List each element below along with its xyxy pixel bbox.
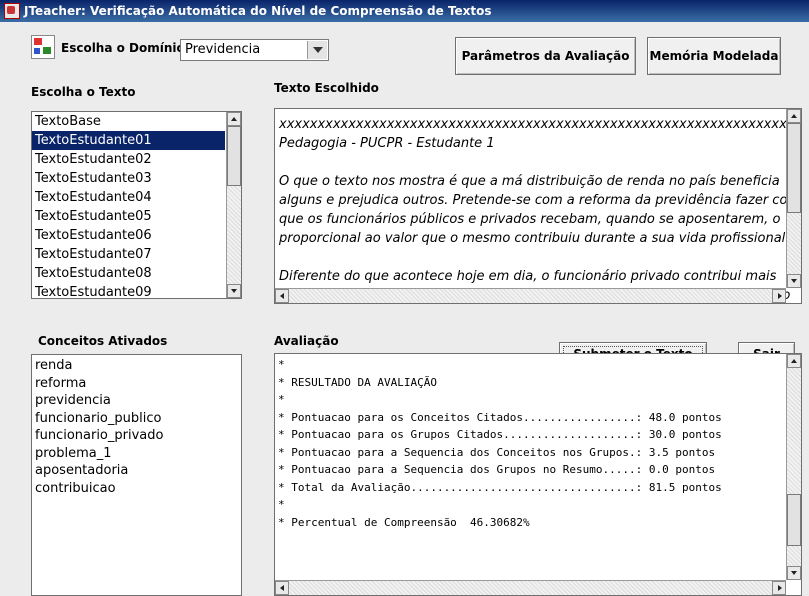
- text-list-scrollbar[interactable]: [226, 112, 241, 298]
- evaluation-output[interactable]: * * RESULTADO DA AVALIAÇÃO * * Pontuacao pa…: [274, 353, 802, 596]
- text-list-item[interactable]: TextoEstudante09: [32, 283, 225, 298]
- chosen-text-line: Pedagogia - PUCPR - Estudante 1: [279, 136, 495, 151]
- text-list-item[interactable]: TextoEstudante07: [32, 245, 225, 264]
- chosen-text-hscroll[interactable]: [275, 288, 786, 303]
- text-list-item[interactable]: TextoEstudante06: [32, 226, 225, 245]
- chosen-text-area[interactable]: xxxxxxxxxxxxxxxxxxxxxxxxxxxxxxxxxxxxxxxx…: [274, 108, 802, 304]
- text-list-item[interactable]: TextoEstudante08: [32, 264, 225, 283]
- scroll-down-icon[interactable]: [787, 274, 801, 288]
- evaluation-line: * Total da Avaliação....................…: [278, 480, 722, 494]
- text-list-item[interactable]: TextoBase: [32, 112, 225, 131]
- scroll-up-icon[interactable]: [227, 112, 241, 126]
- evaluation-label: Avaliação: [274, 334, 339, 348]
- evaluation-line: *: [278, 393, 285, 406]
- evaluation-vscroll[interactable]: [786, 354, 801, 580]
- chosen-text-line: O que o texto nos mostra é que a má dist…: [279, 174, 780, 189]
- text-list-item[interactable]: TextoEstudante03: [32, 169, 225, 188]
- text-list-item[interactable]: TextoEstudante01: [32, 131, 225, 150]
- concept-item[interactable]: previdencia: [32, 392, 241, 410]
- concept-item[interactable]: funcionario_publico: [32, 410, 241, 428]
- scroll-up-icon[interactable]: [787, 109, 801, 123]
- text-list-item[interactable]: TextoEstudante04: [32, 188, 225, 207]
- chosen-text-line: alguns e prejudica outros. Pretende-se c…: [279, 193, 801, 208]
- evaluation-line: * Pontuacao para os Conceitos Citados...…: [278, 410, 722, 424]
- chosen-text-line: Diferente do que acontece hoje em dia, o…: [279, 269, 777, 284]
- concepts-label: Conceitos Ativados: [38, 334, 168, 348]
- window-title: JTeacher: Verificação Automática do Níve…: [24, 4, 492, 18]
- concept-item[interactable]: contribuicao: [32, 480, 241, 498]
- text-list-label: Escolha o Texto: [31, 85, 136, 99]
- main-window: Escolha o Domínio: Previdencia Parâmetro…: [0, 22, 809, 596]
- chosen-text-label: Texto Escolhido: [274, 81, 379, 95]
- text-list-item[interactable]: TextoEstudante02: [32, 150, 225, 169]
- evaluation-parameters-button[interactable]: Parâmetros da Avaliação: [455, 37, 636, 75]
- evaluation-line: * Pontuacao para a Sequencia dos Conceit…: [278, 445, 716, 459]
- evaluation-line: * Percentual de Compreensão 46.30682%: [278, 515, 530, 529]
- chosen-text-vscroll[interactable]: [786, 109, 801, 288]
- scroll-down-icon[interactable]: [787, 566, 801, 580]
- evaluation-line: *: [278, 498, 285, 511]
- concepts-list[interactable]: renda reforma previdencia funcionario_publi…: [31, 354, 242, 596]
- chosen-text-line: [279, 153, 783, 172]
- chosen-text-content[interactable]: xxxxxxxxxxxxxxxxxxxxxxxxxxxxxxxxxxxxxxxx…: [279, 115, 802, 303]
- title-bar: JTeacher: Verificação Automática do Níve…: [0, 0, 809, 22]
- app-icon: [4, 3, 20, 19]
- domain-select-value: Previdencia: [185, 42, 261, 57]
- evaluation-line: *: [278, 358, 285, 371]
- scroll-up-icon[interactable]: [787, 354, 801, 368]
- chevron-down-icon[interactable]: [307, 41, 327, 59]
- chosen-text-line: que os funcionários públicos e privados …: [279, 212, 781, 227]
- chosen-text-line: proporcional ao valor que o mesmo contri…: [279, 231, 790, 246]
- chosen-text-line: xxxxxxxxxxxxxxxxxxxxxxxxxxxxxxxxxxxxxxxx…: [279, 117, 802, 132]
- scroll-left-icon[interactable]: [275, 581, 289, 595]
- evaluation-hscroll[interactable]: [275, 580, 786, 595]
- chosen-text-vscroll-thumb[interactable]: [787, 123, 801, 213]
- text-list-scroll-thumb[interactable]: [227, 126, 241, 186]
- evaluation-line: * RESULTADO DA AVALIAÇÃO: [278, 375, 437, 389]
- concept-item[interactable]: renda: [32, 357, 241, 375]
- scroll-right-icon[interactable]: [772, 581, 786, 595]
- evaluation-vscroll-thumb[interactable]: [787, 494, 801, 546]
- concept-item[interactable]: aposentadoria: [32, 462, 241, 480]
- concept-item[interactable]: funcionario_privado: [32, 427, 241, 445]
- text-list[interactable]: TextoBase TextoEstudante01 TextoEstudante0…: [31, 111, 242, 299]
- evaluation-line: * Pontuacao para os Grupos Citados......…: [278, 428, 722, 441]
- concept-item[interactable]: problema_1: [32, 445, 241, 463]
- scroll-right-icon[interactable]: [772, 289, 786, 303]
- scroll-left-icon[interactable]: [275, 289, 289, 303]
- modeled-memory-button[interactable]: Memória Modelada: [647, 37, 781, 75]
- evaluation-content[interactable]: * * RESULTADO DA AVALIAÇÃO * * Pontuacao pa…: [278, 356, 722, 531]
- domain-tree-icon: [31, 35, 55, 59]
- text-list-item[interactable]: TextoEstudante05: [32, 207, 225, 226]
- concept-item[interactable]: reforma: [32, 375, 241, 393]
- evaluation-line: * Pontuacao para a Sequencia dos Grupos …: [278, 463, 716, 476]
- chosen-text-line: [279, 248, 783, 267]
- scroll-down-icon[interactable]: [227, 284, 241, 298]
- domain-select[interactable]: Previdencia: [180, 39, 329, 61]
- domain-label: Escolha o Domínio:: [61, 41, 190, 55]
